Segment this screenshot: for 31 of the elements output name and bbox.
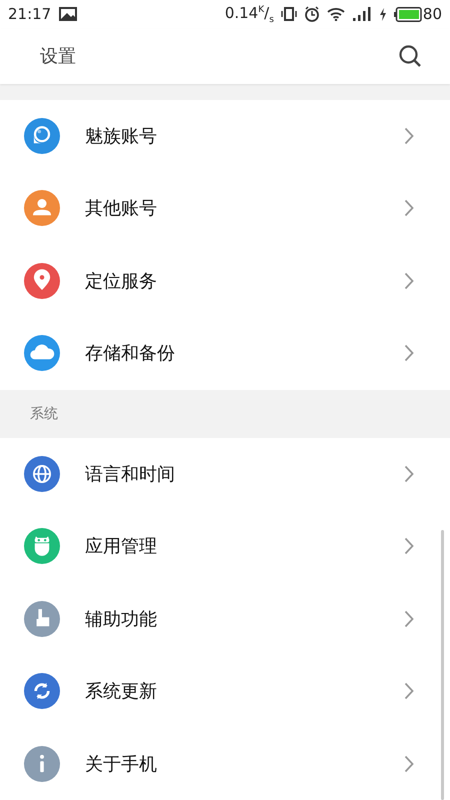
setting-label[interactable]: 辅助功能 [85,606,157,631]
setting-label[interactable]: 关于手机 [85,752,157,776]
chevron-icon [404,754,414,773]
chevron-icon [404,682,414,700]
chevron-icon [404,126,414,145]
chevron-icon [404,610,414,628]
image-icon [59,7,78,22]
network-speed: 0.14$^{K}$/$_{s}$ [224,4,274,25]
search-button[interactable] [398,44,422,68]
battery-icon [394,6,422,22]
chevron-icon [404,272,414,290]
chevron-icon [404,199,414,218]
setting-label[interactable]: 应用管理 [85,534,157,558]
wifi-icon [326,7,345,22]
setting-label[interactable]: 系统更新 [85,679,157,704]
setting-label[interactable]: 存储和备份 [85,341,175,366]
chevron-icon [404,344,414,362]
setting-label[interactable]: 魅族账号 [85,124,157,148]
signal-icon [352,7,372,22]
chevron-icon [404,537,414,556]
setting-label[interactable]: 其他账号 [85,196,157,220]
alarm-icon [304,6,320,22]
setting-label[interactable]: 语言和时间 [85,462,175,486]
section-header: 系统 [30,404,58,422]
battery-percent: 80 [422,5,442,24]
page-title: 设置 [40,45,76,68]
chevron-icon [404,464,414,483]
setting-label[interactable]: 定位服务 [85,268,157,293]
vibrate-icon [280,7,297,22]
clock-time: 21:17 [8,5,52,24]
charging-icon [378,8,387,21]
